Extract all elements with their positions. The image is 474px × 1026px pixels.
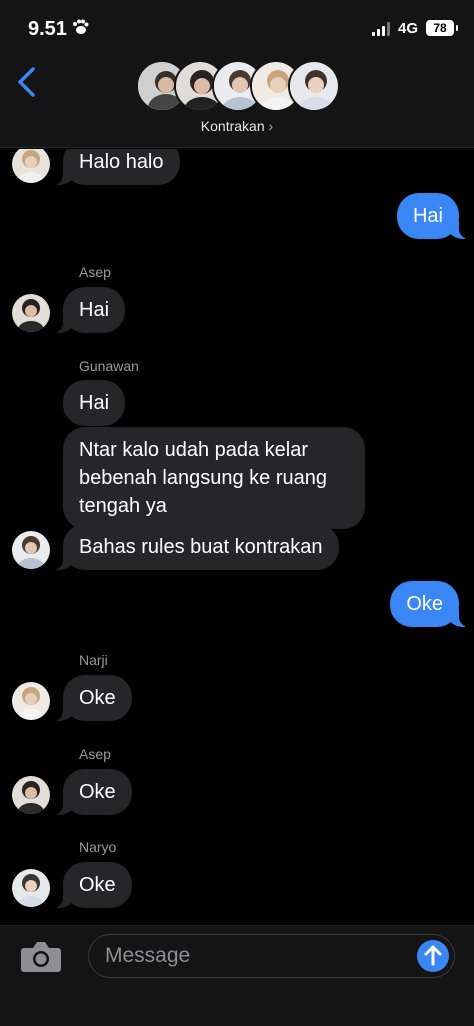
message-bubble[interactable]: Hai — [63, 380, 126, 426]
send-button[interactable] — [417, 940, 449, 972]
message-bubble[interactable]: Oke — [51, 675, 132, 721]
message-bubble[interactable]: Halo halo — [51, 149, 180, 185]
avatar — [12, 776, 50, 814]
message-bubble[interactable]: Oke — [51, 862, 132, 908]
conversation-header: 9.51 4G 78 Kontrakan › — [0, 0, 474, 148]
avatar — [12, 294, 50, 332]
avatar — [12, 149, 50, 183]
avatar — [12, 682, 50, 720]
sender-name: Naryo — [79, 839, 117, 855]
avatar — [288, 60, 340, 112]
sender-name: Narji — [79, 652, 108, 668]
sender-name: Asep — [79, 264, 111, 280]
arrow-up-icon — [424, 945, 442, 966]
compose-bar — [0, 925, 474, 1026]
sender-name: Gunawan — [79, 358, 139, 374]
paw-icon — [71, 19, 89, 40]
message-bubble[interactable]: Ntar kalo udah pada kelar bebenah langsu… — [63, 427, 365, 529]
message-list[interactable]: Halo halo Hai Asep Hai Gunawan Hai Ntar … — [0, 149, 474, 925]
camera-icon — [21, 942, 61, 972]
message-field[interactable] — [88, 934, 455, 978]
battery-icon: 78 — [426, 20, 458, 36]
signal-icon — [372, 22, 392, 36]
avatar — [12, 531, 50, 569]
chevron-left-icon — [18, 67, 35, 97]
status-time: 9.51 — [28, 18, 67, 40]
group-name-link[interactable]: Kontrakan › — [0, 118, 474, 134]
message-bubble[interactable]: Oke — [390, 581, 471, 627]
back-button[interactable] — [14, 66, 40, 98]
chevron-right-icon: › — [268, 118, 274, 134]
message-bubble[interactable]: Oke — [51, 769, 132, 815]
message-input[interactable] — [105, 935, 405, 977]
avatar — [12, 869, 50, 907]
message-bubble[interactable]: Hai — [50, 287, 126, 333]
sender-name: Asep — [79, 746, 111, 762]
group-name: Kontrakan — [200, 118, 265, 134]
message-bubble[interactable]: Bahas rules buat kontrakan — [51, 524, 339, 570]
network-label: 4G — [398, 20, 419, 37]
message-bubble[interactable]: Hai — [396, 193, 472, 239]
camera-button[interactable] — [20, 938, 62, 974]
group-avatars[interactable] — [136, 60, 340, 114]
